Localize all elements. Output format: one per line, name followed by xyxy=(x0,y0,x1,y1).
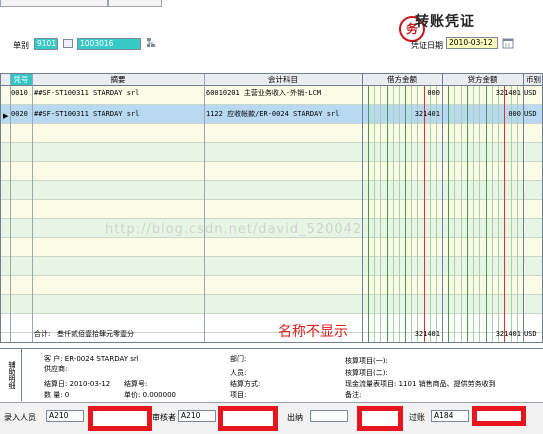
detail-remark: 备注: xyxy=(345,391,362,399)
total-amount-words: 叁仟贰佰壹拾肆元零壹分 xyxy=(57,330,134,338)
row-2-currency[interactable]: USD xyxy=(524,110,537,118)
redaction-box xyxy=(472,406,526,426)
detail-item-2: 核算项目(二): xyxy=(345,369,388,377)
audit-field[interactable]: A210 xyxy=(178,410,216,422)
voucher-number-field[interactable]: 1003016 xyxy=(77,38,141,50)
current-row-pointer-icon: ▶ xyxy=(3,112,9,120)
column-header-summary[interactable]: 摘要 xyxy=(32,74,204,86)
row-1-currency[interactable]: USD xyxy=(524,89,537,97)
post-label: 过账 xyxy=(409,413,425,422)
lookup-icon[interactable] xyxy=(63,39,73,48)
column-header-debit[interactable]: 借方金额 xyxy=(362,74,442,86)
top-tab-right[interactable] xyxy=(108,0,162,7)
detail-department: 部门: xyxy=(230,355,247,363)
redaction-box xyxy=(357,406,403,431)
row-2-account[interactable]: 1122 应收帐款/ER-0024 STARDAY srl xyxy=(206,110,360,118)
detail-price: 单价: 0.000000 xyxy=(124,391,176,399)
cashier-label: 出纳 xyxy=(287,413,303,422)
entry-label: 录入人员 xyxy=(4,413,36,422)
detail-quantity: 数 量: 0 xyxy=(44,391,70,399)
row-1-summary[interactable]: ##SF-ST100311 STARDAY srl xyxy=(34,89,202,97)
voucher-grid: 凭号 摘要 会计科目 借方金额 贷方金额 币别 0010 ##SF-ST1003… xyxy=(0,73,543,343)
row-1-account[interactable]: 60010201 主营业务收入-外销-LCM xyxy=(206,89,360,97)
detail-panel: 辅助明细 客 户: ER-0024 STARDAY srl 供应商: 结算日: … xyxy=(0,348,543,401)
row-2-credit[interactable]: 000 xyxy=(443,110,521,118)
calendar-icon[interactable] xyxy=(502,37,514,49)
signature-bar: 录入人员 A210 审核者 A210 出纳 过账 A184 xyxy=(0,402,543,434)
row-indicator-header xyxy=(1,74,10,86)
post-field[interactable]: A184 xyxy=(431,410,469,422)
org-tree-icon[interactable] xyxy=(146,38,156,49)
detail-settle-method: 结算方式: xyxy=(230,380,261,388)
row-2-debit[interactable]: 321401 xyxy=(363,110,440,118)
date-label: 凭证日期 xyxy=(411,41,443,50)
cashier-field[interactable] xyxy=(310,410,348,422)
audit-label: 审核者 xyxy=(152,413,176,422)
row-2-no[interactable]: 0020 xyxy=(11,110,28,118)
row-1-debit[interactable]: 000 xyxy=(363,89,440,97)
column-header-currency[interactable]: 币别 xyxy=(523,74,542,86)
total-label: 合计: xyxy=(34,330,51,338)
page-title: 转账凭证 xyxy=(415,14,475,30)
annotation-note: 名称不显示 xyxy=(278,324,348,340)
detail-item-1: 核算项目(一): xyxy=(345,357,388,365)
row-1-no[interactable]: 0010 xyxy=(11,89,28,97)
column-header-account[interactable]: 会计科目 xyxy=(204,74,362,86)
column-header-no[interactable]: 凭号 xyxy=(10,74,32,86)
redaction-box xyxy=(218,406,278,431)
detail-settle-no: 结算号: xyxy=(124,380,148,388)
row-2-summary[interactable]: ##SF-ST100311 STARDAY srl xyxy=(34,110,202,118)
date-field[interactable]: 2010-03-12 xyxy=(446,37,498,49)
detail-customer: 客 户: ER-0024 STARDAY srl xyxy=(44,355,139,363)
detail-cashflow: 现金流量表项目: 1101 销售商品、提供劳务收到 xyxy=(345,380,496,388)
row-1-credit[interactable]: 321401 xyxy=(443,89,521,97)
detail-tab[interactable]: 辅助明细 xyxy=(4,349,22,401)
detail-project: 项目: xyxy=(230,391,247,399)
detail-supplier: 供应商: xyxy=(44,365,68,373)
redaction-box xyxy=(88,406,152,431)
detail-person: 人员: xyxy=(230,369,247,377)
total-credit: 321401 xyxy=(495,330,521,338)
top-tab-left[interactable] xyxy=(0,0,108,7)
watermark: http://blog.csdn.net/david_520042 xyxy=(105,222,363,237)
voucher-type-label: 单别 xyxy=(13,41,29,50)
voucher-type-field[interactable]: 9101 xyxy=(34,38,58,50)
detail-settle-date: 结算日: 2010-03-12 xyxy=(44,380,111,388)
total-currency: USD xyxy=(524,330,537,338)
column-header-credit[interactable]: 贷方金额 xyxy=(442,74,523,86)
entry-field[interactable]: A210 xyxy=(46,410,84,422)
total-debit: 321401 xyxy=(414,330,440,338)
